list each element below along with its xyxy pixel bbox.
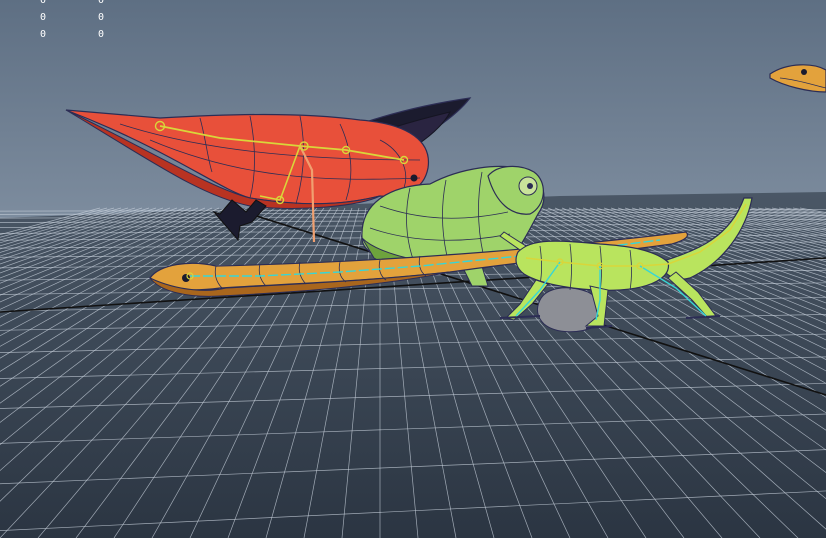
scene-canvas[interactable] — [0, 0, 826, 538]
hud-readout: 0 0 0 0 0 0 — [0, 0, 140, 44]
maya-perspective-viewport[interactable]: 0 0 0 0 0 0 — [0, 0, 826, 538]
hud-row1-left: 0 — [40, 0, 47, 6]
snake-eye — [182, 274, 190, 282]
hud-row2-left: 0 — [40, 12, 47, 23]
hud-row3-right: 0 — [98, 29, 105, 40]
hud-row1-right: 0 — [98, 0, 105, 6]
hud-row2-right: 0 — [98, 12, 105, 23]
hud-row3-left: 0 — [40, 29, 47, 40]
